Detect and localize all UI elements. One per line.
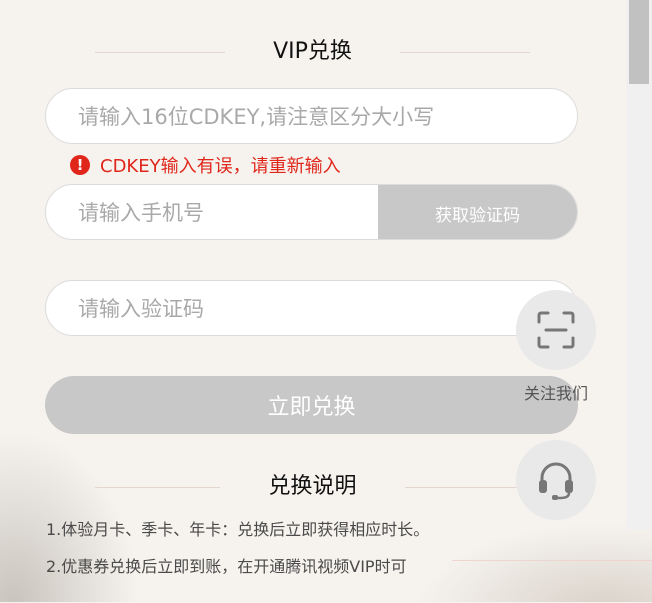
follow-us-label: 关注我们 [523,384,588,403]
cdkey-input[interactable] [76,89,550,143]
error-icon: ! [70,155,90,175]
submit-button[interactable]: 立即兑换 [45,376,578,434]
scan-icon [537,311,575,349]
code-input[interactable] [76,281,400,335]
instruction-item: 1.体验月卡、季卡、年卡：兑换后立即获得相应时长。 [46,520,430,539]
instructions-header: 兑换说明 [95,472,530,502]
cdkey-field[interactable] [45,88,578,144]
phone-input[interactable] [76,185,400,239]
error-message: ! CDKEY输入有误，请重新输入 [70,152,341,178]
bottom-edge-decoration [452,560,652,603]
get-code-button[interactable]: 获取验证码 [378,185,577,239]
instruction-item: 2.优惠券兑换后立即到账，在开通腾讯视频VIP时可 [46,557,407,576]
divider-right [400,52,530,53]
code-field[interactable] [45,280,578,336]
customer-service-button[interactable] [516,440,596,520]
phone-field[interactable]: 获取验证码 [45,184,578,240]
divider-right [405,487,530,488]
error-text: CDKEY输入有误，请重新输入 [100,156,341,177]
instructions-list: 1.体验月卡、季卡、年卡：兑换后立即获得相应时长。 2.优惠券兑换后立即到账，在… [46,518,466,592]
vip-section-header: VIP兑换 [95,37,530,67]
headset-icon [539,462,573,500]
scrollbar-thumb[interactable] [629,0,649,84]
scrollbar[interactable] [626,0,652,530]
follow-us-button[interactable] [516,290,596,370]
